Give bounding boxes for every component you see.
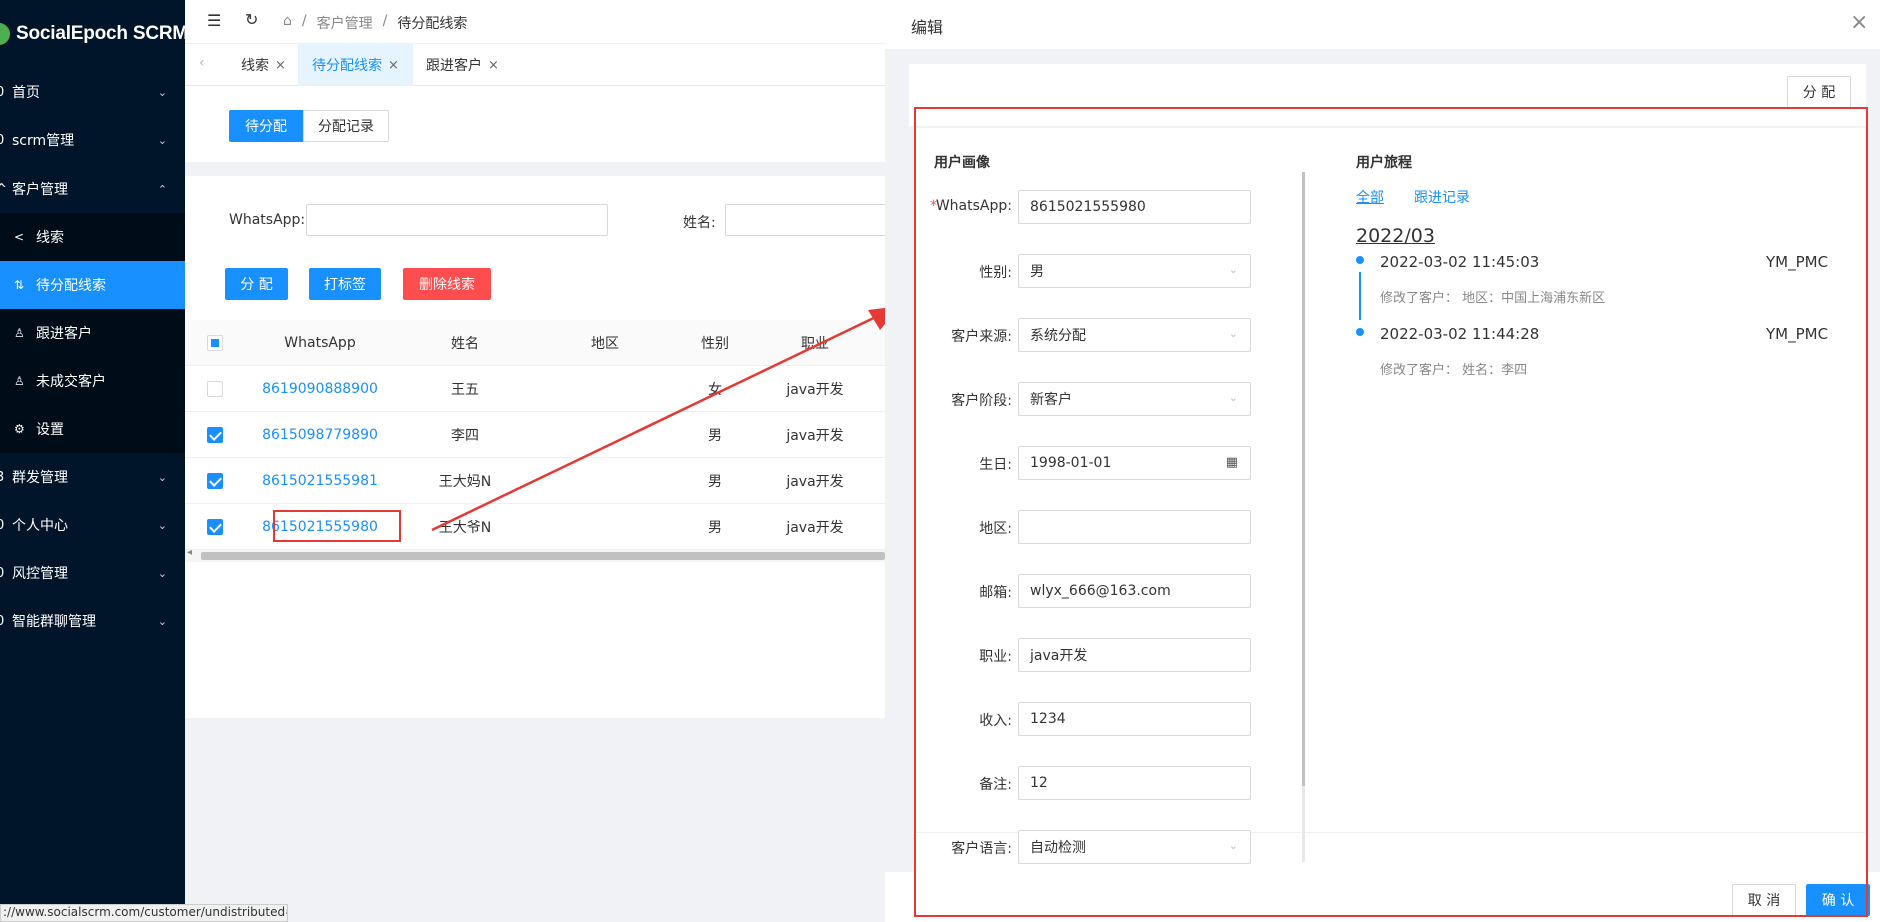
tag-button[interactable]: 打标签 [309, 268, 381, 300]
select-all-checkbox[interactable] [207, 335, 223, 351]
pending-segment[interactable]: 待分配 [229, 110, 303, 142]
delete-leads-button[interactable]: 删除线索 [403, 268, 491, 300]
chevron-up-icon: ⌃ [157, 182, 167, 196]
menu-fold-icon[interactable]: ☰ [207, 11, 221, 30]
scroll-left-icon[interactable]: ◂ [187, 547, 192, 558]
swap-icon: ⇅ [14, 278, 25, 292]
sidebar-item-unclosed[interactable]: ♙ 未成交客户 [0, 357, 185, 405]
whatsapp-link[interactable]: 8615021555981 [245, 458, 395, 504]
records-segment[interactable]: 分配记录 [303, 110, 389, 142]
sidebar-item-group-chat[interactable]: 0 智能群聊管理 ⌄ [0, 597, 185, 645]
chevron-down-icon: ⌄ [157, 566, 167, 580]
whatsapp-link[interactable]: 8615098779890 [245, 412, 395, 458]
name-filter-input[interactable] [725, 204, 895, 236]
sidebar-item-pending-leads[interactable]: ⇅ 待分配线索 [0, 261, 185, 309]
breadcrumb: ⌂ / 客户管理 / 待分配线索 [283, 13, 468, 33]
scrollbar-thumb[interactable] [201, 552, 885, 560]
customer-submenu: < 线索 ⇅ 待分配线索 ♙ 跟进客户 ♙ 未成交客户 ⚙ 设置 [0, 213, 185, 453]
annotation-arrow [431, 306, 900, 532]
name-filter-label: 姓名: [683, 215, 716, 231]
close-icon[interactable]: × [275, 58, 286, 73]
horizontal-scrollbar[interactable]: ◂ [185, 547, 885, 562]
whatsapp-filter-label: WhatsApp: [229, 212, 306, 228]
tab-followup[interactable]: 跟进客户 × [412, 44, 513, 86]
chevron-down-icon: ⌄ [157, 518, 167, 532]
topbar: ☰ ↻ ⌂ / 客户管理 / 待分配线索 [185, 0, 885, 44]
status-url: ://www.socialscrm.com/customer/undistrib… [0, 904, 288, 922]
chevron-down-icon: ⌄ [157, 470, 167, 484]
close-icon[interactable]: × [488, 58, 499, 73]
row-checkbox[interactable] [207, 381, 223, 397]
sidebar-item-leads[interactable]: < 线索 [0, 213, 185, 261]
sidebar-item-broadcast[interactable]: 3 群发管理 ⌄ [0, 453, 185, 501]
highlight-box [273, 510, 401, 542]
row-checkbox[interactable] [207, 519, 223, 535]
row-checkbox[interactable] [207, 427, 223, 443]
sidebar-item-scrm[interactable]: 0 scrm管理 ⌄ [0, 116, 185, 164]
gear-icon: ⚙ [14, 422, 25, 436]
drawer-title: 编辑 [911, 18, 944, 37]
chevron-down-icon: ⌄ [157, 614, 167, 628]
sidebar-item-risk[interactable]: 0 风控管理 ⌄ [0, 549, 185, 597]
tabs-scroll-left-icon[interactable]: ‹ [199, 55, 205, 71]
app-name: SocialEpoch SCRM [16, 23, 185, 44]
assign-button[interactable]: 分 配 [225, 268, 288, 300]
drawer-header: 编辑 × [885, 0, 1880, 50]
share-icon: < [14, 230, 25, 244]
sidebar-item-home[interactable]: 0 首页 ⌄ [0, 68, 185, 116]
drawer-assign-button[interactable]: 分 配 [1787, 76, 1851, 108]
refresh-icon[interactable]: ↻ [245, 10, 258, 29]
breadcrumb-parent[interactable]: 客户管理 [317, 13, 373, 33]
home-icon[interactable]: ⌂ [283, 13, 292, 33]
tab-leads[interactable]: 线索 × [227, 44, 300, 86]
close-icon[interactable]: × [388, 58, 399, 73]
sidebar: SocialEpoch SCRM 0 首页 ⌄ 0 scrm管理 ⌄ ^ 客户管… [0, 0, 185, 922]
chevron-down-icon: ⌄ [157, 85, 167, 99]
sidebar-item-profile[interactable]: 0 个人中心 ⌄ [0, 501, 185, 549]
whatsapp-link[interactable]: 8619090888900 [245, 366, 395, 412]
breadcrumb-current: 待分配线索 [397, 16, 468, 32]
whatsapp-filter-input[interactable] [306, 204, 608, 236]
highlight-frame [914, 107, 1868, 917]
user-icon: ♙ [14, 326, 25, 340]
logo-icon [0, 23, 10, 45]
sidebar-item-customers[interactable]: ^ 客户管理 ⌃ [0, 165, 185, 213]
segmented-panel: 待分配 分配记录 [185, 86, 885, 162]
tab-pending-leads[interactable]: 待分配线索 × [298, 44, 413, 86]
sidebar-item-settings[interactable]: ⚙ 设置 [0, 405, 185, 453]
app-logo: SocialEpoch SCRM [0, 12, 185, 56]
tabs-bar: ‹ 线索 × 待分配线索 × 跟进客户 × [185, 44, 885, 86]
sidebar-item-followup[interactable]: ♙ 跟进客户 [0, 309, 185, 357]
close-icon[interactable]: × [1850, 10, 1868, 35]
user-icon: ♙ [14, 374, 25, 388]
chevron-down-icon: ⌄ [157, 133, 167, 147]
row-checkbox[interactable] [207, 473, 223, 489]
